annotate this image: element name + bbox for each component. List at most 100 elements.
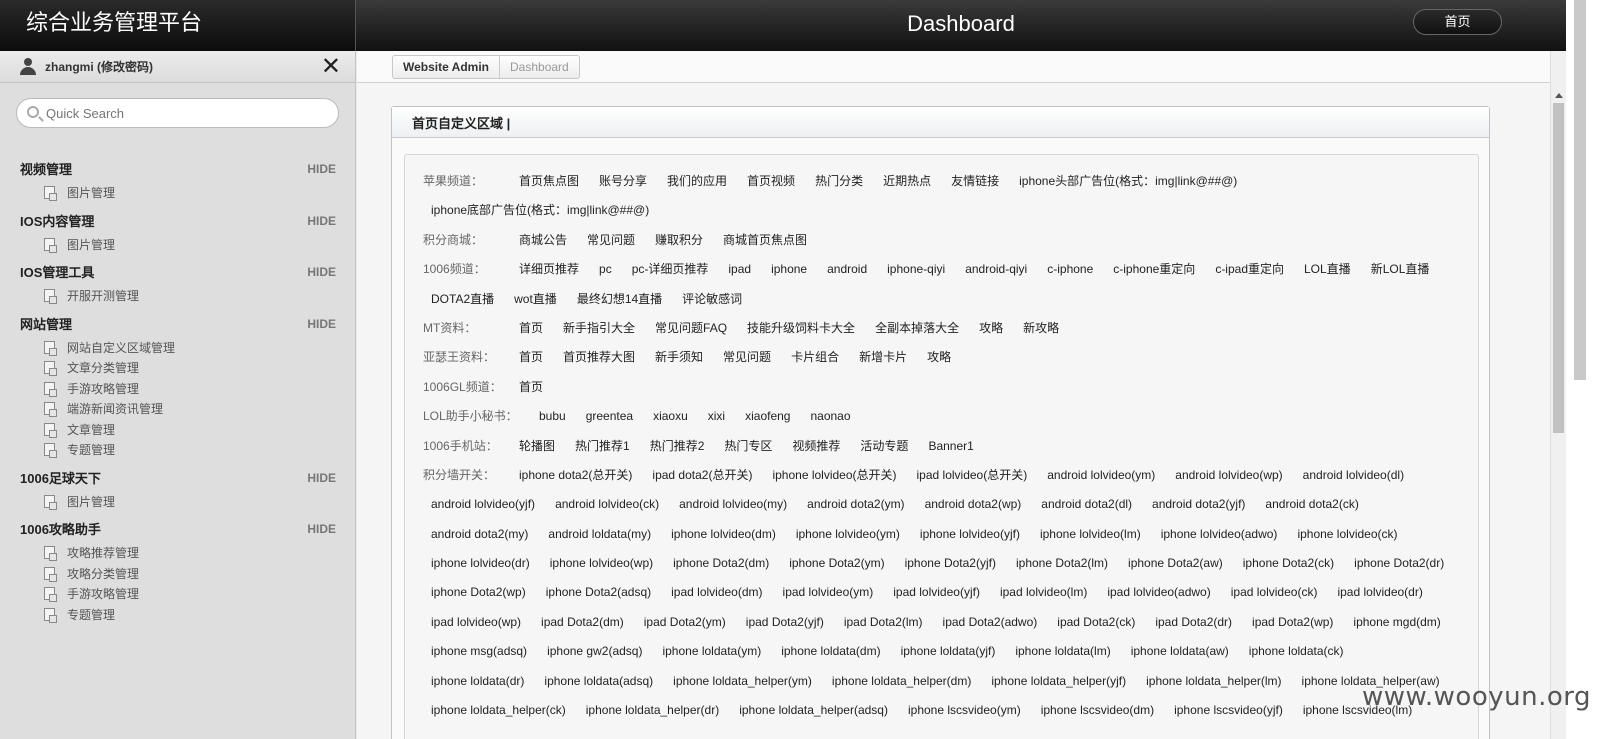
area-link[interactable]: android — [817, 255, 877, 284]
area-link[interactable]: naonao — [800, 402, 860, 431]
area-link[interactable]: android dota2(wp) — [915, 490, 1032, 519]
scroll-thumb[interactable] — [1553, 103, 1564, 433]
area-link[interactable]: iphone lolvideo(ym) — [786, 520, 910, 549]
window-scroll-thumb[interactable] — [1574, 0, 1586, 380]
area-link[interactable]: wot直播 — [504, 285, 567, 314]
area-link[interactable]: iphone lolvideo(yjf) — [910, 520, 1030, 549]
area-link[interactable]: iphone loldata_helper(ym) — [663, 667, 822, 696]
area-link[interactable]: iphone msg(adsq) — [421, 637, 537, 666]
area-link[interactable]: Banner1 — [918, 432, 983, 461]
area-link[interactable]: iphone lscsvideo(dm) — [1031, 696, 1164, 725]
area-link[interactable]: ipad Dota2(ym) — [634, 608, 736, 637]
area-link[interactable]: xiaoxu — [643, 402, 698, 431]
area-link[interactable]: ipad Dota2(adwo) — [933, 608, 1048, 637]
area-link[interactable]: iphone Dota2(dm) — [663, 549, 779, 578]
area-link[interactable]: iphone lolvideo(dr) — [421, 549, 540, 578]
area-link[interactable]: iphone底部广告位(格式：img|link@##@) — [421, 196, 659, 225]
sidebar-item[interactable]: 手游攻略管理 — [0, 379, 356, 400]
username-link[interactable]: zhangmi (修改密码) — [45, 60, 153, 74]
area-link[interactable]: pc-详细页推荐 — [622, 255, 719, 284]
window-scrollbar[interactable] — [1566, 0, 1598, 739]
hide-toggle[interactable]: HIDE — [307, 259, 336, 286]
area-link[interactable]: ipad Dota2(dm) — [531, 608, 634, 637]
area-link[interactable]: ipad lolvideo(yjf) — [883, 578, 990, 607]
home-button[interactable]: 首页 — [1413, 9, 1502, 35]
area-link[interactable]: 常见问题 — [713, 343, 781, 372]
area-link[interactable]: 商城公告 — [509, 226, 577, 255]
close-icon[interactable]: ✕ — [321, 51, 341, 83]
search-input[interactable] — [46, 103, 326, 123]
area-link[interactable]: android lolvideo(dl) — [1293, 461, 1414, 490]
area-link[interactable]: iphone Dota2(adsq) — [536, 578, 661, 607]
area-link[interactable]: android dota2(my) — [421, 520, 538, 549]
area-link[interactable]: 详细页推荐 — [509, 255, 589, 284]
area-link[interactable]: iphone lolvideo(lm) — [1030, 520, 1151, 549]
hide-toggle[interactable]: HIDE — [307, 465, 336, 492]
area-link[interactable]: iphone Dota2(aw) — [1118, 549, 1233, 578]
sidebar-item[interactable]: 手游攻略管理 — [0, 584, 356, 605]
area-link[interactable]: 热门专区 — [714, 432, 782, 461]
area-link[interactable]: iphone mgd(dm) — [1343, 608, 1450, 637]
area-link[interactable]: 轮播图 — [509, 432, 565, 461]
area-link[interactable]: ipad lolvideo(ym) — [773, 578, 884, 607]
area-link[interactable]: android loldata(my) — [538, 520, 661, 549]
area-link[interactable]: iphone gw2(adsq) — [537, 637, 652, 666]
sidebar-item[interactable]: 文章管理 — [0, 420, 356, 441]
area-link[interactable]: ipad lolvideo(adwo) — [1097, 578, 1220, 607]
area-link[interactable]: 账号分享 — [589, 167, 657, 196]
area-link[interactable]: iphone loldata_helper(lm) — [1136, 667, 1291, 696]
area-link[interactable]: 首页推荐大图 — [553, 343, 645, 372]
area-link[interactable]: DOTA2直播 — [421, 285, 504, 314]
area-link[interactable]: 首页焦点图 — [509, 167, 589, 196]
area-link[interactable]: ipad Dota2(lm) — [834, 608, 933, 637]
area-link[interactable]: 商城首页焦点图 — [713, 226, 817, 255]
area-link[interactable]: xixi — [698, 402, 735, 431]
hide-toggle[interactable]: HIDE — [307, 311, 336, 338]
area-link[interactable]: iphone loldata(dm) — [771, 637, 890, 666]
area-link[interactable]: ipad lolvideo(dm) — [661, 578, 772, 607]
sidebar-item[interactable]: 图片管理 — [0, 492, 356, 513]
area-link[interactable]: iphone loldata(aw) — [1121, 637, 1239, 666]
area-link[interactable]: iphone lscsvideo(yjf) — [1164, 696, 1293, 725]
area-link[interactable]: 常见问题 — [577, 226, 645, 255]
area-link[interactable]: iphone Dota2(lm) — [1006, 549, 1118, 578]
area-link[interactable]: 新增卡片 — [849, 343, 917, 372]
area-link[interactable]: 评论敏感词 — [672, 285, 752, 314]
sidebar-item[interactable]: 专题管理 — [0, 440, 356, 461]
area-link[interactable]: android-qiyi — [955, 255, 1037, 284]
sidebar-item[interactable]: 开服开测管理 — [0, 286, 356, 307]
area-link[interactable]: 友情链接 — [941, 167, 1009, 196]
area-link[interactable]: ipad Dota2(dr) — [1145, 608, 1242, 637]
area-link[interactable]: iphone Dota2(ym) — [779, 549, 894, 578]
area-link[interactable]: iphone loldata_helper(yjf) — [981, 667, 1136, 696]
area-link[interactable]: greentea — [576, 402, 643, 431]
area-link[interactable]: 首页 — [509, 314, 553, 343]
area-link[interactable]: ipad Dota2(yjf) — [736, 608, 834, 637]
sidebar-item[interactable]: 端游新闻资讯管理 — [0, 399, 356, 420]
area-link[interactable]: iphone loldata(ck) — [1239, 637, 1354, 666]
area-link[interactable]: 攻略 — [917, 343, 961, 372]
area-link[interactable]: android dota2(ck) — [1255, 490, 1368, 519]
area-link[interactable]: iphone loldata(yjf) — [891, 637, 1006, 666]
area-link[interactable]: c-ipad重定向 — [1205, 255, 1294, 284]
scroll-up-icon[interactable] — [1555, 93, 1563, 98]
area-link[interactable]: 活动专题 — [850, 432, 918, 461]
area-link[interactable]: ipad lolvideo(总开关) — [907, 461, 1038, 490]
area-link[interactable]: iphone loldata_helper(dm) — [822, 667, 981, 696]
area-link[interactable]: android lolvideo(wp) — [1165, 461, 1292, 490]
area-link[interactable]: iphone loldata(ym) — [652, 637, 771, 666]
area-link[interactable]: ipad dota2(总开关) — [642, 461, 762, 490]
area-link[interactable]: 热门推荐1 — [565, 432, 640, 461]
area-link[interactable]: ipad lolvideo(lm) — [990, 578, 1097, 607]
area-link[interactable]: iphone — [761, 255, 817, 284]
area-link[interactable]: iphone头部广告位(格式：img|link@##@) — [1009, 167, 1247, 196]
sidebar-item[interactable]: 图片管理 — [0, 183, 356, 204]
area-link[interactable]: iphone lscsvideo(ym) — [898, 696, 1031, 725]
area-link[interactable]: 首页 — [509, 373, 553, 402]
sidebar-item[interactable]: 专题管理 — [0, 605, 356, 626]
area-link[interactable]: 热门推荐2 — [640, 432, 715, 461]
area-link[interactable]: android lolvideo(ym) — [1037, 461, 1165, 490]
area-link[interactable]: 首页视频 — [737, 167, 805, 196]
area-link[interactable]: iphone loldata_helper(ck) — [421, 696, 576, 725]
area-link[interactable]: 卡片组合 — [781, 343, 849, 372]
